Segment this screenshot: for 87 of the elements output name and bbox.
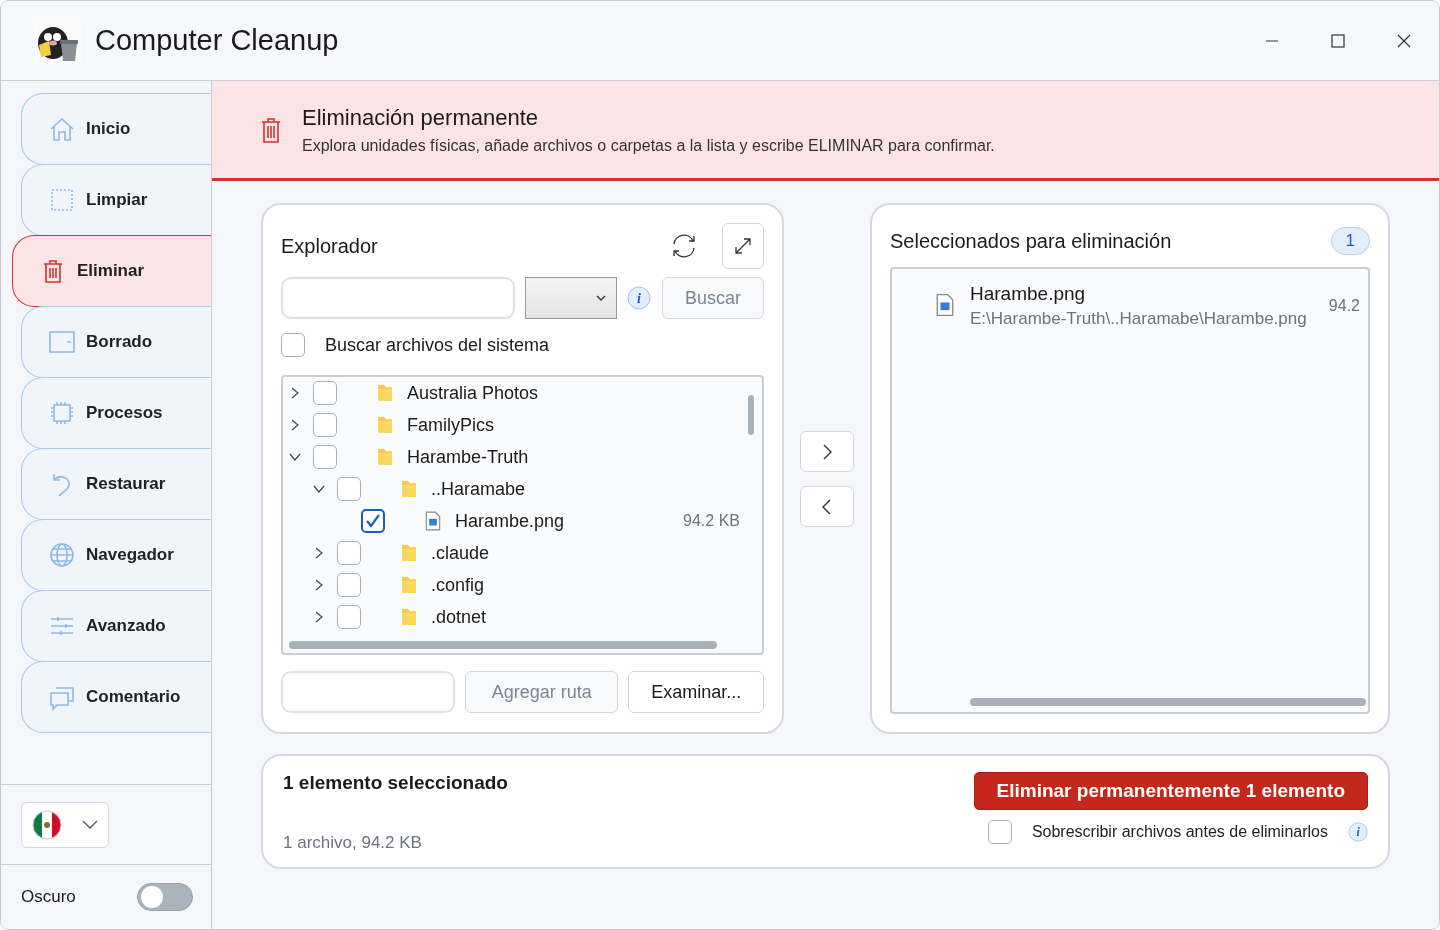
delete-button[interactable]: Eliminar permanentemente 1 elemento — [973, 772, 1368, 810]
file-name: Harambe.png — [970, 283, 1087, 305]
nav-tab[interactable]: Eliminar — [12, 235, 211, 307]
chevron-right-icon — [821, 443, 833, 460]
nav-tab[interactable]: Borrado — [21, 306, 211, 378]
count-badge: 1 — [1330, 227, 1370, 255]
file-path: E:\Harambe-Truth\..Haramabe\Harambe.png — [970, 309, 1307, 329]
browse-button[interactable]: Examinar... — [628, 671, 764, 713]
tree-item-label[interactable]: ..Haramabe — [431, 478, 526, 500]
checkbox[interactable] — [987, 820, 1012, 844]
selection-details: 1 archivo, 94.2 KB — [283, 833, 423, 853]
info-icon[interactable]: i — [1348, 822, 1368, 842]
trash-icon — [260, 115, 282, 144]
scrollbar[interactable] — [289, 641, 717, 649]
search-field[interactable] — [281, 277, 515, 319]
tree-item-label[interactable]: Harambe.png — [455, 510, 565, 532]
expand-icon — [734, 237, 752, 255]
nav-tab[interactable]: Restaurar — [21, 448, 211, 520]
nav-tab[interactable]: Inicio — [21, 93, 211, 165]
expand-button[interactable] — [722, 223, 764, 269]
checkbox-label: Sobrescribir archivos antes de eliminarlos — [1031, 823, 1328, 841]
folder-icon — [402, 577, 416, 593]
checkbox[interactable] — [313, 381, 337, 405]
folder-icon — [378, 417, 392, 433]
folder-icon — [402, 481, 416, 497]
chevron-icon[interactable] — [313, 579, 325, 591]
nav-tab[interactable]: Procesos — [21, 377, 211, 449]
language-dropdown[interactable] — [21, 801, 109, 848]
nav-tab[interactable]: Limpiar — [21, 164, 211, 236]
folder-icon — [402, 609, 416, 625]
scrollbar[interactable] — [748, 395, 754, 435]
folder-icon — [378, 385, 392, 401]
image-file-icon — [425, 511, 441, 531]
checkbox[interactable] — [337, 605, 361, 629]
scrollbar[interactable] — [970, 698, 1366, 706]
tree-item-label[interactable]: .config — [431, 574, 485, 596]
maximize-icon[interactable] — [1331, 33, 1345, 48]
checkbox-label: Buscar archivos del sistema — [325, 334, 550, 356]
chevron-icon[interactable] — [313, 547, 325, 559]
tree-item-label[interactable]: .claude — [431, 542, 490, 564]
checkbox[interactable] — [313, 445, 337, 469]
chevron-down-icon — [82, 819, 98, 830]
file-size: 94.2 — [1328, 297, 1360, 315]
chevron-icon[interactable] — [289, 451, 301, 463]
home-icon — [48, 115, 76, 143]
banner-title: Eliminación permanente — [302, 104, 540, 131]
checkbox[interactable] — [337, 477, 361, 501]
folder-icon — [402, 545, 416, 561]
checkbox[interactable] — [337, 573, 361, 597]
flag-icon — [32, 809, 62, 840]
chevron-icon[interactable] — [289, 387, 301, 399]
checkbox[interactable] — [361, 509, 385, 533]
panel-title: Seleccionados para eliminación — [890, 229, 1173, 253]
tree-item-label[interactable]: Harambe-Truth — [407, 446, 529, 468]
drive-dropdown[interactable] — [525, 277, 617, 319]
dark-mode-toggle[interactable] — [137, 883, 193, 911]
nav-tab[interactable]: Avanzado — [21, 590, 211, 662]
nav-tab[interactable]: Comentario — [21, 661, 211, 733]
info-icon[interactable]: i — [627, 286, 651, 310]
add-button[interactable] — [800, 431, 854, 472]
chip-icon — [48, 399, 76, 427]
checkbox[interactable] — [281, 333, 305, 357]
selection-summary: 1 elemento seleccionado — [283, 772, 508, 794]
image-file-icon — [936, 293, 954, 317]
chevron-icon[interactable] — [313, 483, 325, 495]
chevron-icon[interactable] — [289, 419, 301, 431]
chevron-left-icon — [821, 498, 833, 515]
path-field[interactable] — [281, 671, 455, 713]
refresh-icon[interactable] — [670, 232, 698, 260]
tree-item-label[interactable]: FamilyPics — [407, 414, 494, 436]
remove-button[interactable] — [800, 486, 854, 527]
globe-icon — [48, 541, 76, 569]
banner-text: Explora unidades físicas, añade archivos o carpetas a la lista y escribe ELIMINAR para confirmar. — [302, 136, 995, 155]
drive-icon — [48, 328, 76, 356]
nav-tab[interactable]: Navegador — [21, 519, 211, 591]
folder-icon — [378, 449, 392, 465]
checkbox[interactable] — [313, 413, 337, 437]
checkbox[interactable] — [337, 541, 361, 565]
chevron-down-icon — [596, 295, 606, 301]
tree-item-label[interactable]: .dotnet — [431, 606, 487, 628]
panel-title: Explorador — [281, 234, 379, 258]
close-icon[interactable] — [1397, 33, 1411, 48]
chevron-icon[interactable] — [313, 611, 325, 623]
dark-mode-label: Oscuro — [21, 887, 76, 907]
window-title: Computer Cleanup — [95, 24, 339, 57]
file-size: 94.2 KB — [683, 512, 740, 530]
tree-item-label[interactable]: Australia Photos — [407, 382, 539, 404]
